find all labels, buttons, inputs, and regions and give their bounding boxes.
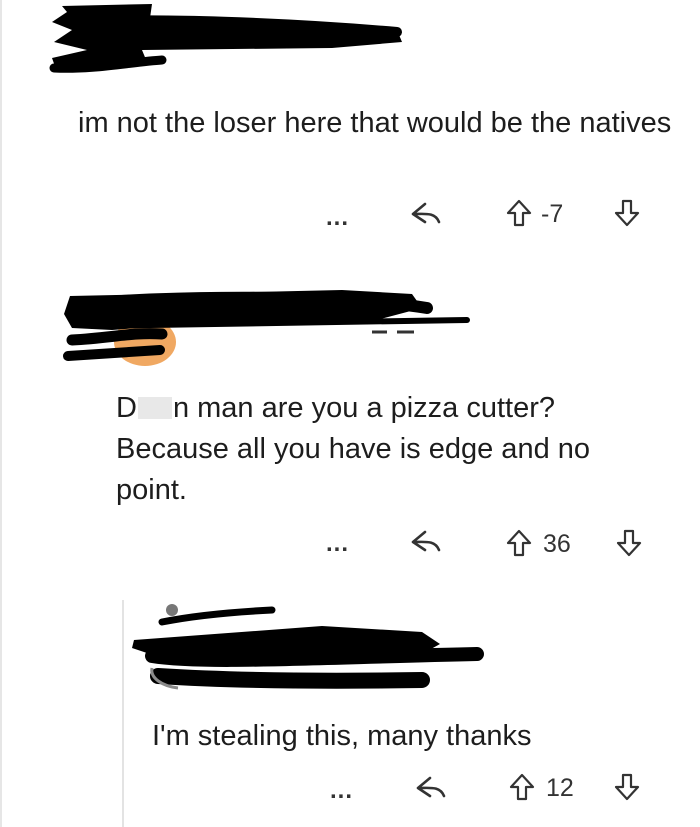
comment-body: I'm stealing this, many thanks [152, 716, 672, 757]
redacted-username [49, 4, 402, 73]
upvote-arrow-icon[interactable] [505, 528, 533, 558]
censored-word [137, 397, 172, 419]
more-options-button[interactable]: ... [326, 532, 349, 556]
more-options-button[interactable]: ... [326, 206, 349, 230]
redacted-username [63, 290, 470, 361]
upvote-arrow-icon[interactable] [505, 198, 533, 228]
downvote-arrow-icon[interactable] [613, 772, 641, 802]
comment-text: im not the loser here that would be the … [78, 107, 672, 139]
reply-arrow-icon[interactable] [407, 528, 447, 558]
reply-arrow-icon[interactable] [412, 774, 452, 804]
comment-thread-screenshot: im not the loser here that would be the … [0, 0, 700, 827]
comment-text-rest: n man are you a pizza cutter? Because al… [116, 392, 591, 506]
vote-score: 12 [546, 774, 574, 802]
reply-arrow-icon[interactable] [407, 200, 447, 230]
comment-body: Dn man are you a pizza cutter? Because a… [116, 388, 656, 511]
upvote-arrow-icon[interactable] [508, 772, 536, 802]
comment-text: I'm stealing this, many thanks [152, 720, 532, 752]
vote-score: 36 [543, 530, 571, 558]
downvote-arrow-icon[interactable] [615, 528, 643, 558]
comment-body: im not the loser here that would be the … [78, 103, 678, 144]
downvote-arrow-icon[interactable] [613, 198, 641, 228]
vote-score: -7 [541, 200, 564, 228]
redacted-username [132, 604, 484, 690]
comment-text-start: D [116, 392, 137, 424]
more-options-button[interactable]: ... [330, 779, 353, 803]
